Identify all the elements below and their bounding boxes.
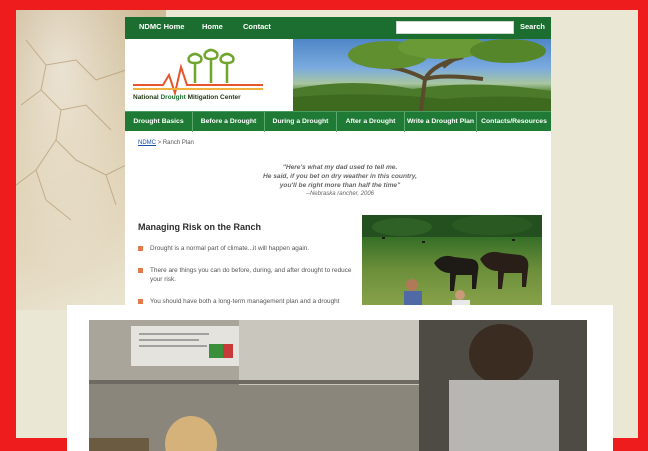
rancher-quote: "Here's what my dad used to tell me. He … [205,163,475,199]
bullet-text: Drought is a normal part of climate...it… [150,245,310,252]
section-title: Managing Risk on the Ranch [138,222,262,232]
bullet-square-icon [138,299,143,304]
quote-attribution: --Nebraska rancher, 2006 [305,191,375,197]
logo-text: National Drought Mitigation Center [133,94,241,101]
home-link[interactable]: Home [202,22,223,31]
ranch-horses-photo [362,215,542,313]
bullet-text: There are things you can do before, duri… [150,267,352,283]
nav-drought-basics[interactable]: Drought Basics [125,112,193,132]
search-input[interactable] [396,21,514,34]
tree-landscape-image [293,39,551,111]
tree-illustration-icon [293,39,551,111]
drought-website: NDMC Home Home Contact Search National D… [125,17,551,317]
search-button[interactable]: Search [520,22,545,31]
quote-line-2: He said, if you bet on dry weather in th… [263,173,417,180]
logo-national: National [133,94,159,101]
logo-mitigation: Mitigation Center [187,94,241,101]
ndmc-home-link[interactable]: NDMC Home [139,22,184,31]
nav-contacts-resources[interactable]: Contacts/Resources [477,112,551,132]
breadcrumb-current: Ranch Plan [162,140,194,146]
classroom-photo-card [67,305,613,451]
top-navigation: NDMC Home Home Contact Search [125,17,551,39]
horses-illustration-icon [362,215,542,313]
nav-write-plan[interactable]: Write a Drought Plan [405,112,477,132]
nav-before-drought[interactable]: Before a Drought [193,112,265,132]
bullet-square-icon [138,246,143,251]
quote-line-1: "Here's what my dad used to tell me. [282,164,398,171]
breadcrumb-ndmc-link[interactable]: NDMC [138,140,156,146]
classroom-photo [89,320,587,451]
bullet-square-icon [138,268,143,273]
quote-line-3: you'll be right more than half the time" [279,182,401,189]
nav-after-drought[interactable]: After a Drought [337,112,405,132]
list-item: Drought is a normal part of climate...it… [138,244,358,253]
main-navigation: Drought Basics Before a Drought During a… [125,111,551,132]
site-banner: National Drought Mitigation Center [125,39,551,111]
ndmc-logo-icon [133,48,263,97]
nav-during-drought[interactable]: During a Drought [265,112,337,132]
classroom-scene-icon [89,320,587,451]
list-item: There are things you can do before, duri… [138,266,358,284]
contact-link[interactable]: Contact [243,22,271,31]
breadcrumb-separator: > [156,140,163,146]
logo-drought: Drought [160,94,186,101]
breadcrumb: NDMC > Ranch Plan [138,140,194,146]
